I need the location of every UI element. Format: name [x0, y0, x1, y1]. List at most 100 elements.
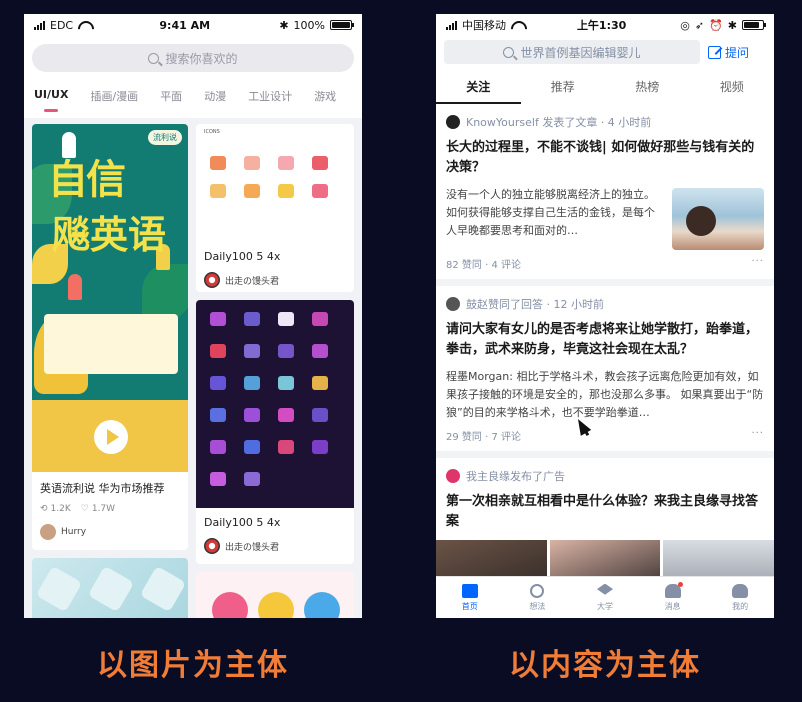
nav-profile[interactable]: 我的 — [706, 577, 774, 618]
alarm-icon: ⏰ — [709, 18, 723, 32]
avatar — [204, 538, 220, 554]
nav-label: 我的 — [732, 601, 749, 611]
avatar — [40, 524, 56, 540]
work-card-hexagons[interactable] — [32, 558, 188, 618]
heart-icon[interactable]: ♡ — [81, 504, 89, 514]
status-bar: 中国移动 上午1:30 ◎ ➶ ⏰ ✱ — [436, 14, 774, 36]
video-preview[interactable] — [32, 400, 188, 472]
work-card-liulishuo[interactable]: 流利说 自信 飚英语 英语流利说 华为市场推荐 ⟲ 1.2K ♡ 1.7W Hu… — [32, 124, 188, 550]
feed-title[interactable]: 长大的过程里，不能不谈钱| 如何做好那些与钱有关的决策？ — [446, 138, 764, 178]
hexagon-shape — [87, 565, 135, 613]
feed-title[interactable]: 第一次相亲就互相看中是什么体验？来我主良缘寻找答案 — [446, 492, 764, 532]
tab-games[interactable]: 游戏 — [314, 88, 336, 104]
hexagon-shape — [139, 565, 187, 613]
feed-meta: 鼓赵赞同了回答 · 12 小时前 — [446, 296, 764, 312]
battery-percent: 100% — [293, 18, 325, 32]
clock: 上午1:30 — [576, 19, 627, 32]
nav-home[interactable]: 首页 — [436, 577, 504, 618]
author-name: 出走の馒头君 — [225, 276, 280, 287]
card-author[interactable]: Hurry — [40, 524, 86, 540]
more-icon[interactable]: ··· — [751, 256, 764, 271]
author-name: 出走の馒头君 — [225, 542, 280, 553]
work-card-round-icons[interactable] — [196, 572, 354, 618]
meta-text: 我主良缘发布了广告 — [466, 470, 565, 483]
tab-following[interactable]: 关注 — [436, 74, 521, 104]
author-name: Hurry — [61, 527, 87, 537]
top-bar: 世界首例基因编辑婴儿 提问 — [436, 40, 774, 64]
nav-ideas[interactable]: 想法 — [504, 577, 572, 618]
card-author[interactable]: 出走の馒头君 — [204, 272, 279, 288]
status-bar: EDC 9:41 AM ✱ 100% — [24, 14, 362, 36]
play-icon[interactable] — [94, 420, 128, 454]
image-feed-phone: EDC 9:41 AM ✱ 100% 搜索你喜欢的 UI/UX 插画/漫画 平面… — [24, 14, 362, 618]
tab-hot[interactable]: 热榜 — [605, 74, 690, 104]
article-thumbnail[interactable] — [672, 188, 764, 250]
avatar[interactable] — [446, 297, 460, 311]
edit-icon — [708, 45, 721, 59]
person-icon — [732, 583, 749, 598]
hexagon-shape — [35, 565, 83, 613]
tab-illustration[interactable]: 插画/漫画 — [90, 88, 138, 104]
dark-icon-preview — [196, 300, 354, 508]
feed-tabs: 关注 推荐 热榜 视频 — [436, 74, 774, 105]
feed-meta: 我主良缘发布了广告 — [446, 468, 764, 484]
search-bar[interactable]: 搜索你喜欢的 — [32, 44, 354, 72]
bluetooth-icon: ✱ — [727, 18, 737, 32]
tab-industrial-design[interactable]: 工业设计 — [248, 88, 292, 104]
bluetooth-icon: ✱ — [279, 18, 289, 32]
bottom-navigation: 首页 想法 大学 消息 我的 — [436, 576, 774, 618]
work-card-icons[interactable]: ICONS Daily100 5 4x 出走の馒头君 — [196, 124, 354, 292]
feed-excerpt[interactable]: 程墨Morgan: 相比于学格斗术，教会孩子远离危险更加有效，如果孩子接触的环境… — [446, 368, 764, 422]
feed-title[interactable]: 请问大家有女儿的是否考虑将来让她学散打，跆拳道，拳击，武术来防身，毕竟这社会现在… — [446, 320, 764, 360]
clock: 9:41 AM — [159, 18, 211, 32]
ask-button[interactable]: 提问 — [708, 44, 749, 61]
camera-icon — [212, 592, 248, 618]
card-author[interactable]: 出走の馒头君 — [204, 538, 279, 554]
wifi-icon — [511, 21, 523, 30]
feed-meta: KnowYourself 发表了文章 · 4 小时前 — [446, 114, 764, 130]
tab-recommend[interactable]: 推荐 — [521, 74, 606, 104]
avatar[interactable] — [446, 469, 460, 483]
tab-ui-ux[interactable]: UI/UX — [34, 88, 68, 104]
share-icon: ⟲ — [40, 504, 48, 514]
search-icon — [148, 52, 160, 64]
icons-label: ICONS — [204, 129, 220, 135]
graduation-cap-icon — [596, 583, 613, 595]
share-count: 1.2K — [50, 504, 71, 514]
battery-icon — [330, 20, 354, 30]
feed-excerpt[interactable]: 没有一个人的独立能够脱离经济上的独立。如何获得能够支撑自己生活的金钱，是每个人早… — [446, 186, 662, 250]
avatar — [204, 272, 220, 288]
tab-graphic[interactable]: 平面 — [160, 88, 182, 104]
tab-video[interactable]: 视频 — [690, 74, 775, 104]
avatar[interactable] — [446, 115, 460, 129]
bell-icon — [664, 581, 683, 598]
carrier-label: 中国移动 — [462, 19, 506, 32]
nav-university[interactable]: 大学 — [571, 577, 639, 618]
feed-stats: 29 赞同 · 7 评论 — [446, 432, 521, 443]
signal-icon — [34, 20, 45, 30]
icon-set-preview — [210, 156, 334, 198]
poster-headline-1: 自信 — [48, 157, 126, 203]
poster-illustration: 流利说 自信 飚英语 — [32, 124, 188, 400]
feed-stats: 82 赞同 · 4 评论 — [446, 260, 521, 271]
caption-left: 以图片为主体 — [97, 648, 289, 683]
face-icon — [258, 592, 294, 618]
caption-right: 以内容为主体 — [509, 648, 701, 683]
content-feed-phone: 中国移动 上午1:30 ◎ ➶ ⏰ ✱ 世界首例基因编辑婴儿 提问 关注 推荐 … — [436, 14, 774, 618]
poster-headline-2: 飚英语 — [52, 213, 167, 257]
card-title: Daily100 5 4x — [204, 250, 281, 263]
nav-messages[interactable]: 消息 — [639, 577, 707, 618]
infinity-icon — [530, 583, 545, 598]
tab-animation[interactable]: 动漫 — [204, 88, 226, 104]
search-icon — [503, 46, 515, 58]
more-icon[interactable]: ··· — [751, 428, 764, 443]
category-tabs: UI/UX 插画/漫画 平面 动漫 工业设计 游戏 — [24, 88, 362, 104]
battery-icon — [742, 20, 766, 30]
feed-item[interactable]: KnowYourself 发表了文章 · 4 小时前 长大的过程里，不能不谈钱|… — [436, 104, 774, 286]
search-bar[interactable]: 世界首例基因编辑婴儿 — [444, 40, 700, 64]
card-title: 英语流利说 华为市场推荐 — [40, 482, 165, 495]
feed-item[interactable]: 鼓赵赞同了回答 · 12 小时前 请问大家有女儿的是否考虑将来让她学散打，跆拳道… — [436, 286, 774, 458]
palette-icon — [304, 592, 340, 618]
work-card-dark-icons[interactable]: Daily100 5 4x 出走の馒头君 — [196, 300, 354, 564]
search-placeholder: 搜索你喜欢的 — [165, 51, 238, 66]
